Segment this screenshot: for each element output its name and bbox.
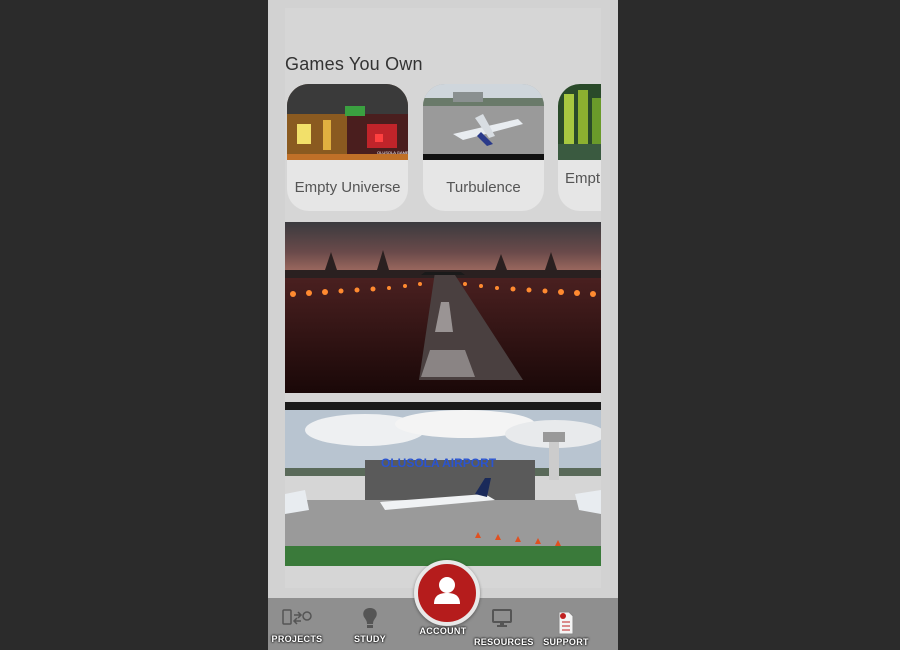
nav-label: PROJECTS — [271, 634, 323, 644]
document-icon — [558, 611, 574, 635]
runway-night-image — [285, 222, 601, 393]
nav-label: SUPPORT — [543, 637, 589, 647]
game-card-empty-universe[interactable]: OLUSOLA GAMES Empty Universe — [287, 84, 408, 211]
monitor-icon — [492, 609, 512, 627]
airport-banner[interactable]: OLUSOLA AIRPORT — [285, 402, 601, 566]
game-title: Empt — [565, 170, 601, 187]
game-card-partial[interactable]: Empt — [558, 84, 601, 211]
airport-sign-text: OLUSOLA AIRPORT — [381, 456, 497, 470]
nav-support[interactable]: SUPPORT — [540, 598, 592, 650]
game-title: Turbulence — [446, 179, 521, 196]
game-card-turbulence[interactable]: Turbulence — [423, 84, 544, 211]
nav-label: ACCOUNT — [419, 626, 467, 636]
lightbulb-icon — [363, 608, 377, 628]
game-thumbnail — [423, 84, 544, 160]
nav-label: RESOURCES — [474, 637, 534, 647]
nav-projects[interactable]: PROJECTS — [270, 598, 324, 650]
projects-icon — [282, 609, 312, 625]
svg-text:OLUSOLA GAMES: OLUSOLA GAMES — [377, 150, 408, 155]
airport-image: OLUSOLA AIRPORT — [285, 402, 601, 566]
game-thumbnail — [558, 84, 601, 160]
nav-study[interactable]: STUDY — [346, 598, 394, 650]
nav-label: STUDY — [353, 634, 386, 644]
section-title: Games You Own — [285, 54, 423, 74]
game-title: Empty Universe — [294, 179, 401, 196]
nav-resources[interactable]: RESOURCES — [474, 598, 534, 650]
runway-banner[interactable] — [285, 222, 601, 393]
nav-account[interactable]: ACCOUNT — [414, 598, 472, 640]
game-thumbnail: OLUSOLA GAMES — [287, 84, 408, 160]
games-carousel[interactable]: OLUSOLA GAMES Empty Universe Turbulence … — [285, 84, 601, 214]
